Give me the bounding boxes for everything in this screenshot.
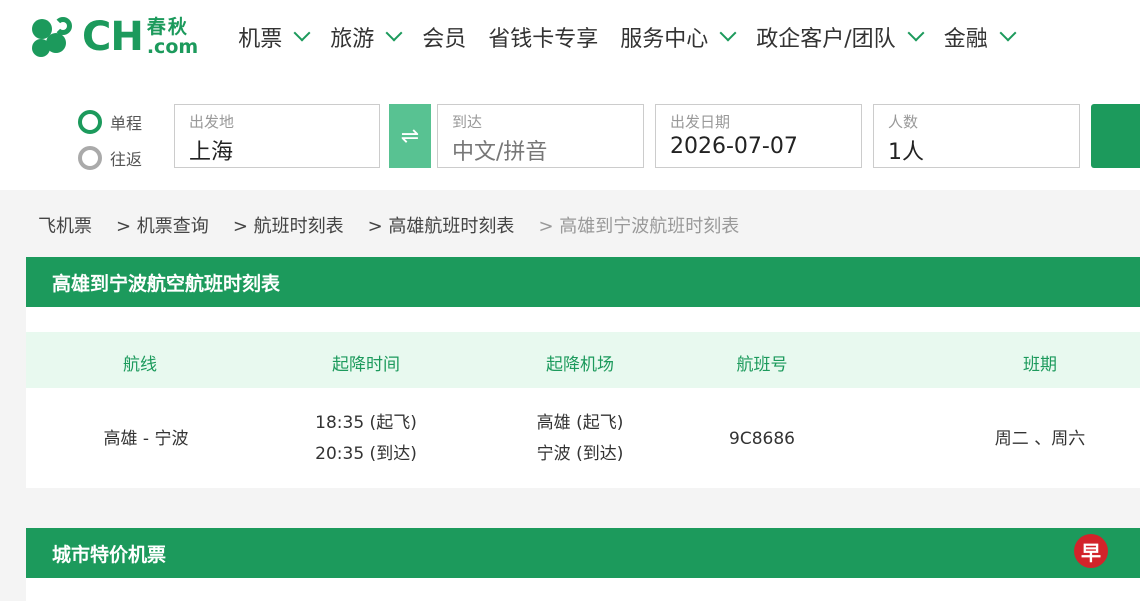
breadcrumb: 飞机票 > 机票查询 > 航班时刻表 > 高雄航班时刻表 > 高雄到宁波航班时刻… xyxy=(38,212,763,238)
flight-search-bar: 单程 往返 出发地 上海 ⇌ 到达 中文/拼音 出发日期 2026-07-07 … xyxy=(0,74,1140,190)
date-field[interactable]: 出发日期 2026-07-07 xyxy=(655,104,862,168)
breadcrumb-flights[interactable]: 飞机票 xyxy=(38,212,92,238)
departure-value[interactable]: 上海 xyxy=(189,134,379,166)
arrival-label: 到达 xyxy=(452,113,483,131)
search-button[interactable] xyxy=(1091,104,1140,168)
timetable-spacer xyxy=(26,307,1140,332)
chevron-down-icon xyxy=(907,24,925,42)
deals-body xyxy=(26,578,1140,601)
chevron-down-icon xyxy=(293,24,311,42)
departure-field[interactable]: 出发地 上海 xyxy=(174,104,380,168)
date-label: 出发日期 xyxy=(670,113,731,131)
times-cell: 18:35 (起飞) 20:35 (到达) xyxy=(315,408,417,470)
nav-saver-card[interactable]: 省钱卡专享 xyxy=(488,21,598,53)
radio-selected-icon[interactable] xyxy=(78,110,102,134)
table-row: 高雄 - 宁波 18:35 (起飞) 20:35 (到达) 高雄 (起飞) 宁波… xyxy=(26,388,1140,488)
passengers-label: 人数 xyxy=(888,113,919,131)
trip-one-way[interactable]: 单程 xyxy=(78,104,142,140)
schedule-cell: 周二 、周六 xyxy=(994,429,1086,449)
logo-text: CH xyxy=(82,14,144,60)
logo-icon xyxy=(30,15,80,59)
route-cell: 高雄 - 宁波 xyxy=(103,429,189,449)
swap-cities-button[interactable]: ⇌ xyxy=(389,104,431,168)
passengers-field[interactable]: 人数 1人 xyxy=(873,104,1080,168)
nav-finance[interactable]: 金融 xyxy=(944,21,1017,53)
chevron-down-icon xyxy=(719,24,737,42)
col-flight-no: 航班号 xyxy=(736,355,788,375)
breadcrumb-kaohsiung[interactable]: > 高雄航班时刻表 xyxy=(368,212,515,238)
arrival-field[interactable]: 到达 中文/拼音 xyxy=(437,104,644,168)
deals-title: 城市特价机票 xyxy=(52,543,167,566)
breadcrumb-timetable[interactable]: > 航班时刻表 xyxy=(233,212,344,238)
date-value[interactable]: 2026-07-07 xyxy=(670,134,861,159)
logo-com: .com xyxy=(146,35,199,58)
airports-cell: 高雄 (起飞) 宁波 (到达) xyxy=(537,408,624,470)
nav-corporate[interactable]: 政企客户/团队 xyxy=(756,21,925,53)
brand-logo[interactable]: CH 春秋 .com xyxy=(30,0,198,74)
departure-airport: 高雄 (起飞) xyxy=(536,413,624,433)
trip-round-trip[interactable]: 往返 xyxy=(78,140,142,176)
flight-number-cell[interactable]: 9C8686 xyxy=(729,424,795,455)
radio-unselected-icon[interactable] xyxy=(78,146,102,170)
trip-type-group: 单程 往返 xyxy=(78,104,142,176)
main-nav: 机票 旅游 会员 省钱卡专享 服务中心 政企客户/团队 金融 xyxy=(238,21,1036,53)
timetable-title-bar: 高雄到宁波航空航班时刻表 xyxy=(26,257,1140,307)
col-times: 起降时间 xyxy=(332,355,400,375)
nav-travel[interactable]: 旅游 xyxy=(330,21,403,53)
breadcrumb-search[interactable]: > 机票查询 xyxy=(116,212,209,238)
nav-member[interactable]: 会员 xyxy=(422,21,466,53)
passengers-value[interactable]: 1人 xyxy=(888,134,1079,166)
logo-cn: 春秋 xyxy=(146,15,189,38)
col-route: 航线 xyxy=(123,355,157,375)
departure-label: 出发地 xyxy=(189,113,235,131)
top-header: CH 春秋 .com 机票 旅游 会员 省钱卡专享 服务中心 政企客户/团队 金… xyxy=(0,0,1140,74)
nav-flights[interactable]: 机票 xyxy=(238,21,311,53)
timetable-header-row: 航线 起降时间 起降机场 航班号 班期 xyxy=(26,332,1140,388)
col-airports: 起降机场 xyxy=(546,355,614,375)
swap-icon: ⇌ xyxy=(400,123,420,149)
arrival-input[interactable]: 中文/拼音 xyxy=(452,134,643,166)
col-schedule: 班期 xyxy=(1023,355,1057,375)
arrival-time: 20:35 (到达) xyxy=(315,444,417,464)
chevron-down-icon xyxy=(385,24,403,42)
arrival-airport: 宁波 (到达) xyxy=(536,444,624,464)
deals-title-bar: 城市特价机票 xyxy=(26,528,1140,578)
nav-service-center[interactable]: 服务中心 xyxy=(620,21,737,53)
breadcrumb-current: > 高雄到宁波航班时刻表 xyxy=(538,216,740,237)
departure-time: 18:35 (起飞) xyxy=(315,413,417,433)
timetable-title: 高雄到宁波航空航班时刻表 xyxy=(52,272,281,295)
chevron-down-icon xyxy=(999,24,1017,42)
watermark-badge: 早 xyxy=(1074,534,1108,568)
